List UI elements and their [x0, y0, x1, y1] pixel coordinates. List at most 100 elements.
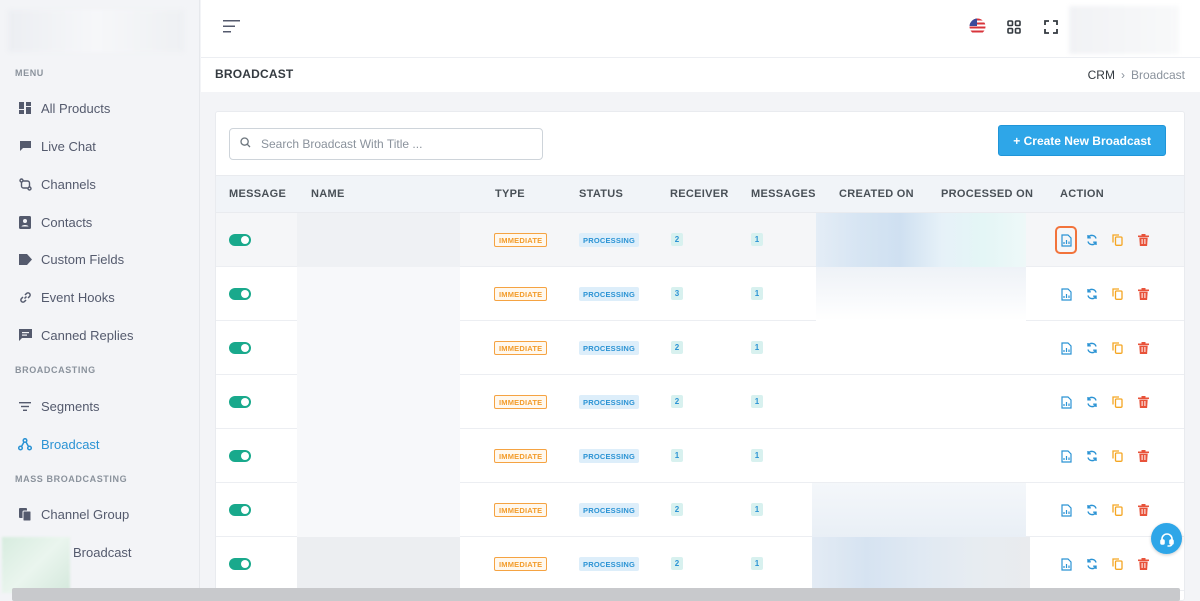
view-report-button[interactable]	[1058, 502, 1074, 518]
breadcrumb: CRM › Broadcast	[1088, 68, 1185, 82]
messages-count: 1	[751, 503, 763, 516]
duplicate-button[interactable]	[1109, 394, 1125, 410]
message-toggle[interactable]	[229, 288, 251, 300]
menu-toggle-icon[interactable]	[223, 20, 240, 38]
redacted-region	[2, 537, 70, 593]
status-badge: PROCESSING	[579, 341, 640, 355]
delete-button[interactable]	[1135, 286, 1151, 302]
delete-button[interactable]	[1135, 502, 1151, 518]
tag-icon	[15, 251, 35, 267]
redacted-dates	[816, 267, 1026, 321]
table-row: IMMEDIATE PROCESSING 2 1	[216, 375, 1184, 429]
message-toggle[interactable]	[229, 396, 251, 408]
redacted-name	[297, 375, 460, 429]
refresh-icon	[1087, 288, 1097, 300]
redacted-dates	[812, 537, 1030, 591]
receiver-count: 2	[671, 503, 683, 516]
receiver-count: 2	[671, 233, 683, 246]
search-icon	[240, 135, 251, 153]
topbar	[201, 0, 1200, 58]
duplicate-button[interactable]	[1109, 448, 1125, 464]
copy-icon	[1111, 342, 1123, 354]
redacted-dates	[816, 213, 1026, 267]
duplicate-button[interactable]	[1109, 286, 1125, 302]
mass-broadcasting-section-title: MASS BROADCASTING	[15, 474, 128, 484]
column-header-action: ACTION	[1060, 188, 1104, 200]
sidebar-item-label: Broadcast	[73, 544, 132, 560]
broadcast-card: + Create New Broadcast MESSAGE NAME TYPE…	[215, 111, 1185, 601]
messages-count: 1	[751, 287, 763, 300]
sidebar-item-all-products[interactable]: All Products	[15, 96, 110, 120]
refresh-icon	[1087, 234, 1097, 246]
sidebar-item-label: Event Hooks	[41, 289, 115, 305]
duplicate-button[interactable]	[1109, 340, 1125, 356]
refresh-button[interactable]	[1084, 232, 1100, 248]
refresh-button[interactable]	[1084, 448, 1100, 464]
duplicate-button[interactable]	[1109, 232, 1125, 248]
table-row: IMMEDIATE PROCESSING 2 1	[216, 213, 1184, 267]
horizontal-scrollbar[interactable]	[12, 588, 1180, 601]
message-toggle[interactable]	[229, 558, 251, 570]
view-report-button[interactable]	[1058, 448, 1074, 464]
delete-button[interactable]	[1135, 232, 1151, 248]
delete-button[interactable]	[1135, 448, 1151, 464]
sidebar-item-segments[interactable]: Segments	[15, 394, 100, 418]
sidebar-item-live-chat[interactable]: Live Chat	[15, 134, 96, 158]
sidebar-item-channels[interactable]: Channels	[15, 172, 96, 196]
trash-icon	[1137, 234, 1149, 246]
delete-button[interactable]	[1135, 340, 1151, 356]
sidebar-item-event-hooks[interactable]: Event Hooks	[15, 285, 115, 309]
trash-icon	[1137, 504, 1149, 516]
duplicate-button[interactable]	[1109, 556, 1125, 572]
message-toggle[interactable]	[229, 504, 251, 516]
view-report-button[interactable]	[1058, 286, 1074, 302]
sidebar-item-broadcast[interactable]: Broadcast	[15, 432, 100, 456]
refresh-button[interactable]	[1084, 286, 1100, 302]
type-badge: IMMEDIATE	[494, 557, 548, 571]
language-flag-icon[interactable]	[969, 18, 986, 35]
sidebar-item-custom-fields[interactable]: Custom Fields	[15, 247, 124, 271]
table-row: IMMEDIATE PROCESSING 2 1	[216, 321, 1184, 375]
refresh-button[interactable]	[1084, 556, 1100, 572]
broadcast-icon	[15, 436, 35, 452]
column-header-type: TYPE	[495, 188, 525, 200]
message-toggle[interactable]	[229, 342, 251, 354]
view-report-button[interactable]	[1058, 340, 1074, 356]
type-badge: IMMEDIATE	[494, 287, 548, 301]
view-report-button[interactable]	[1058, 556, 1074, 572]
apps-grid-icon[interactable]	[1007, 20, 1021, 34]
table-row: IMMEDIATE PROCESSING 3 1	[216, 267, 1184, 321]
search-box[interactable]	[229, 128, 543, 160]
user-profile-avatar[interactable]	[1069, 6, 1179, 54]
copy-icon	[1111, 558, 1123, 570]
message-toggle[interactable]	[229, 450, 251, 462]
table-row: IMMEDIATE PROCESSING 2 1	[216, 483, 1184, 537]
fullscreen-icon[interactable]	[1044, 20, 1058, 34]
refresh-button[interactable]	[1084, 394, 1100, 410]
duplicate-button[interactable]	[1109, 502, 1125, 518]
brand-logo[interactable]	[8, 10, 184, 52]
sidebar-item-mass-broadcast[interactable]: Broadcast	[73, 540, 132, 564]
search-input[interactable]	[261, 137, 531, 151]
support-chat-button[interactable]	[1151, 523, 1182, 554]
type-badge: IMMEDIATE	[494, 341, 548, 355]
type-badge: IMMEDIATE	[494, 395, 548, 409]
breadcrumb-item-crm[interactable]: CRM	[1088, 68, 1115, 82]
view-report-button[interactable]	[1055, 226, 1077, 254]
sidebar-item-label: Broadcast	[41, 436, 100, 452]
delete-button[interactable]	[1135, 394, 1151, 410]
page-title: BROADCAST	[215, 67, 294, 81]
delete-button[interactable]	[1135, 556, 1151, 572]
create-new-broadcast-button[interactable]: + Create New Broadcast	[998, 125, 1166, 156]
refresh-button[interactable]	[1084, 502, 1100, 518]
sidebar-item-canned-replies[interactable]: Canned Replies	[15, 323, 134, 347]
sidebar-item-contacts[interactable]: Contacts	[15, 210, 92, 234]
sidebar-item-label: Channels	[41, 176, 96, 192]
message-toggle[interactable]	[229, 234, 251, 246]
table-row: IMMEDIATE PROCESSING 1 1	[216, 429, 1184, 483]
refresh-button[interactable]	[1084, 340, 1100, 356]
sidebar-item-channel-group[interactable]: Channel Group	[15, 502, 129, 526]
view-report-button[interactable]	[1058, 394, 1074, 410]
report-icon	[1060, 449, 1072, 463]
type-badge: IMMEDIATE	[494, 233, 548, 247]
